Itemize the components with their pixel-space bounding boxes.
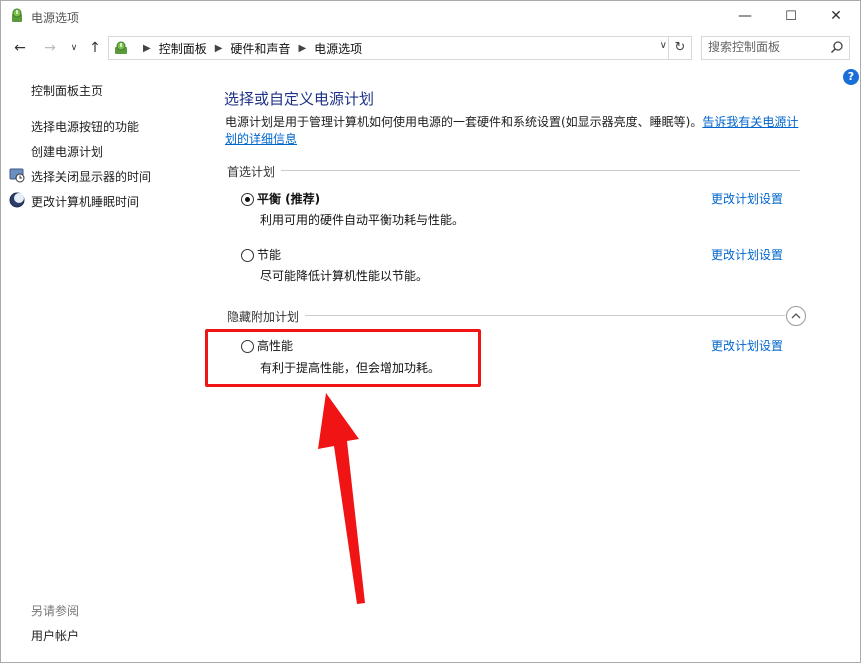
search-icon[interactable] — [830, 40, 844, 54]
chevron-right-icon[interactable]: ▶ — [143, 43, 151, 54]
section-divider — [227, 315, 785, 316]
highlight-box — [205, 329, 481, 387]
sidebar-link-create-plan[interactable]: 创建电源计划 — [31, 143, 103, 160]
breadcrumb-control-panel[interactable]: 控制面板 — [159, 40, 207, 57]
sidebar-link-sleep-time[interactable]: 更改计算机睡眠时间 — [31, 193, 139, 210]
power-options-window: 电源选项 — ☐ ✕ ← → ∨ ↑ ▶ 控制面板 ▶ 硬件和声音 ▶ 电源选项… — [0, 0, 861, 663]
power-options-icon — [12, 8, 22, 22]
display-clock-icon — [9, 168, 25, 183]
change-plan-settings-link-power-saver[interactable]: 更改计划设置 — [711, 246, 783, 263]
up-arrow-icon[interactable]: ↑ — [86, 39, 104, 57]
back-arrow-icon[interactable]: ← — [11, 39, 29, 57]
search-input[interactable] — [708, 39, 826, 55]
window-title: 电源选项 — [31, 11, 80, 25]
plan-balanced-desc: 利用可用的硬件自动平衡功耗与性能。 — [260, 213, 465, 227]
address-box[interactable]: ▶ 控制面板 ▶ 硬件和声音 ▶ 电源选项 ∨ ↻ — [108, 36, 692, 60]
plan-balanced-name[interactable]: 平衡 (推荐) — [257, 190, 320, 207]
preferred-plans-heading: 首选计划 — [227, 163, 282, 180]
minimize-button[interactable]: — — [722, 1, 768, 31]
search-box — [701, 36, 850, 60]
chevron-up-icon — [791, 313, 801, 319]
chevron-right-icon[interactable]: ▶ — [298, 43, 306, 54]
description-text: 电源计划是用于管理计算机如何使用电源的一套硬件和系统设置(如显示器亮度、睡眠等)… — [225, 115, 703, 129]
plan-balanced-radio[interactable] — [241, 193, 254, 206]
breadcrumb-power-options[interactable]: 电源选项 — [314, 40, 362, 57]
section-divider — [227, 170, 800, 171]
collapse-section-button[interactable] — [786, 306, 806, 326]
breadcrumb: ▶ 控制面板 ▶ 硬件和声音 ▶ 电源选项 — [135, 40, 362, 57]
title-bar: 电源选项 — ☐ ✕ — [1, 1, 860, 31]
breadcrumb-hardware-sound[interactable]: 硬件和声音 — [230, 40, 290, 57]
refresh-icon[interactable]: ↻ — [668, 37, 691, 59]
maximize-button[interactable]: ☐ — [768, 1, 814, 31]
red-arrow-annotation — [318, 393, 365, 604]
change-plan-settings-link-high-performance[interactable]: 更改计划设置 — [711, 337, 783, 354]
control-panel-icon — [115, 41, 127, 54]
address-dropdown-chevron-icon[interactable]: ∨ — [660, 40, 667, 51]
hidden-plans-heading: 隐藏附加计划 — [227, 308, 306, 325]
recent-locations-chevron-icon[interactable]: ∨ — [65, 39, 83, 57]
plan-power-saver-desc: 尽可能降低计算机性能以节能。 — [260, 269, 429, 283]
plan-power-saver-radio[interactable] — [241, 249, 254, 262]
see-also-heading: 另请参阅 — [31, 604, 80, 618]
plan-power-saver-name[interactable]: 节能 — [257, 246, 281, 263]
sidebar-link-display-off-time[interactable]: 选择关闭显示器的时间 — [31, 168, 151, 185]
address-bar: ← → ∨ ↑ ▶ 控制面板 ▶ 硬件和声音 ▶ 电源选项 ∨ ↻ — [1, 35, 860, 61]
sidebar-link-power-button-function[interactable]: 选择电源按钮的功能 — [31, 118, 139, 135]
change-plan-settings-link-balanced[interactable]: 更改计划设置 — [711, 190, 783, 207]
forward-arrow-icon[interactable]: → — [41, 39, 59, 57]
close-button[interactable]: ✕ — [813, 1, 859, 31]
page-description: 电源计划是用于管理计算机如何使用电源的一套硬件和系统设置(如显示器亮度、睡眠等)… — [225, 114, 805, 148]
chevron-right-icon[interactable]: ▶ — [215, 43, 223, 54]
sidebar-link-control-panel-home[interactable]: 控制面板主页 — [31, 82, 103, 99]
help-icon[interactable]: ? — [843, 69, 859, 85]
page-title: 选择或自定义电源计划 — [224, 90, 375, 108]
sleep-moon-icon — [9, 192, 25, 208]
sidebar-link-user-accounts[interactable]: 用户帐户 — [31, 627, 79, 644]
